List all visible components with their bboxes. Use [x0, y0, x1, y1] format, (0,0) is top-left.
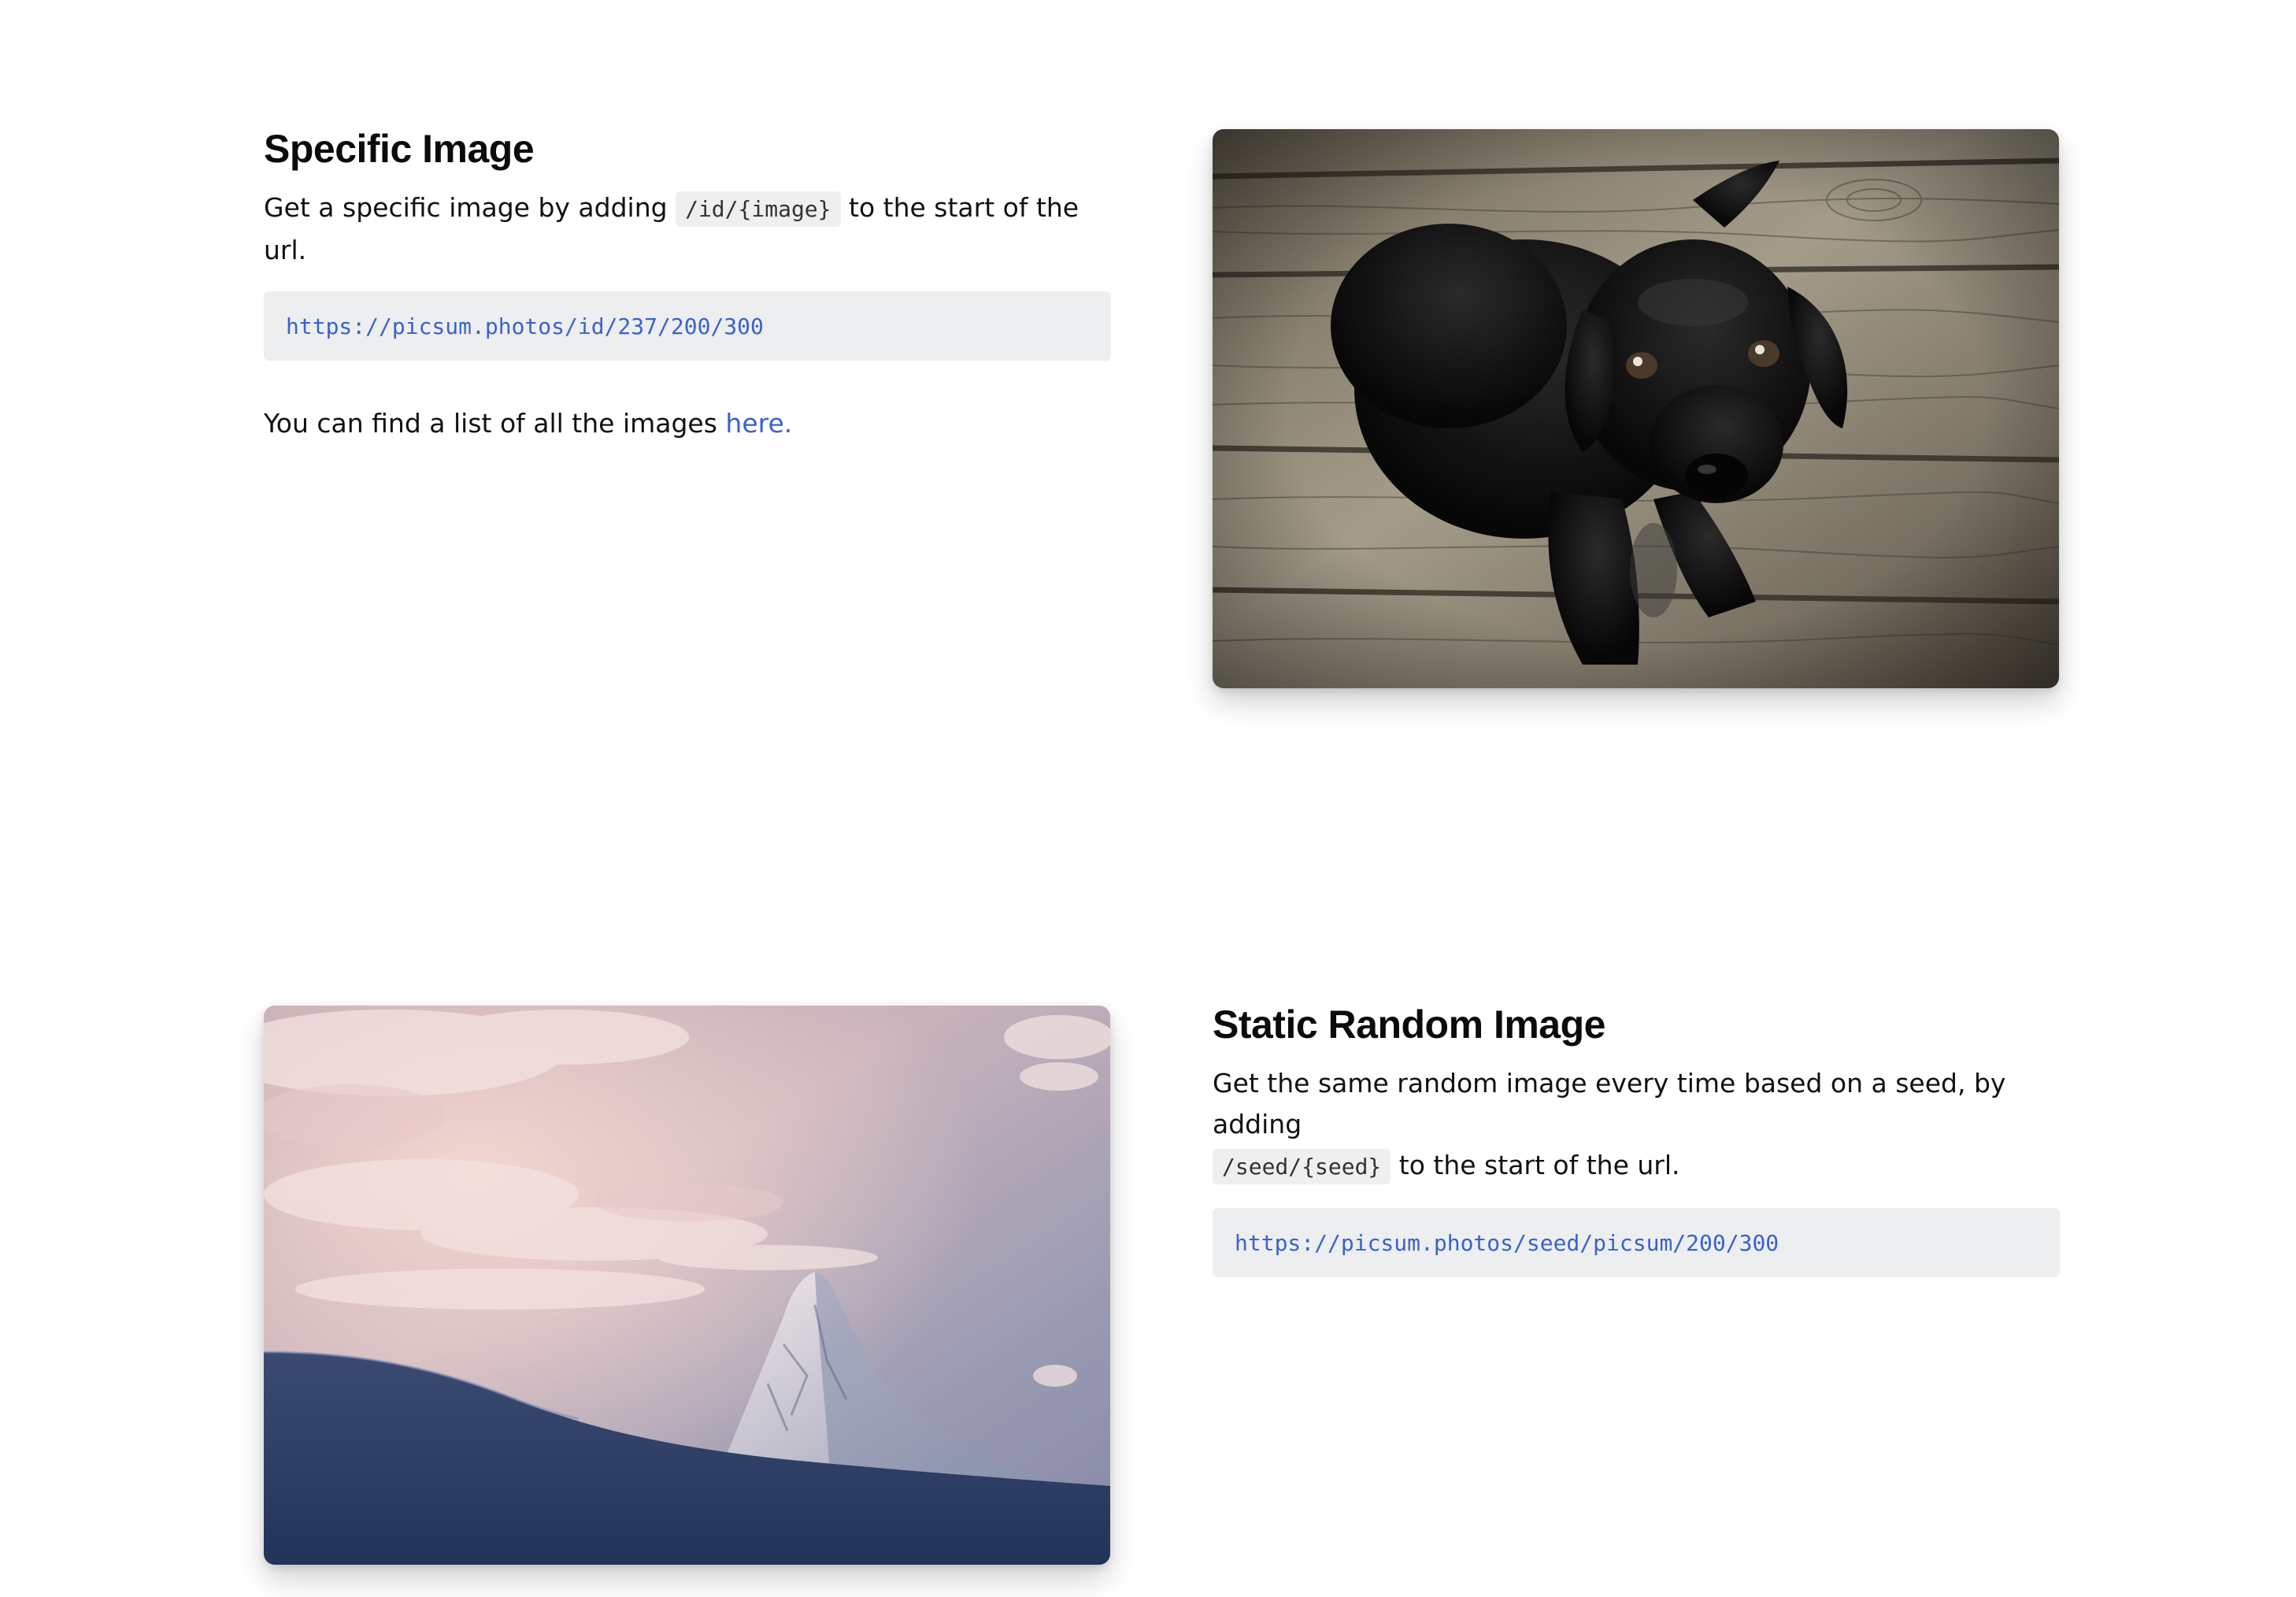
static-desc-before: Get the same random image every time bas…	[1213, 1068, 2006, 1139]
image-list-link[interactable]: here.	[725, 408, 792, 439]
static-url-box: https://picsum.photos/seed/picsum/200/30…	[1213, 1208, 2060, 1277]
static-url-link[interactable]: https://picsum.photos/seed/picsum/200/30…	[1235, 1230, 1779, 1256]
specific-desc-before: Get a specific image by adding	[264, 192, 668, 223]
static-desc-after: to the start of the url.	[1398, 1150, 1680, 1180]
specific-image-section: Specific Image Get a specific image by a…	[264, 126, 1111, 444]
specific-id-code: /id/{image}	[676, 191, 841, 227]
mountain-photo	[264, 1006, 1110, 1565]
image-list-text: You can find a list of all the images he…	[264, 403, 1111, 444]
specific-image-title: Specific Image	[264, 127, 535, 171]
specific-url-link[interactable]: https://picsum.photos/id/237/200/300	[286, 313, 764, 339]
image-list-label: You can find a list of all the images	[264, 408, 717, 439]
specific-url-box: https://picsum.photos/id/237/200/300	[264, 291, 1111, 361]
static-random-description: Get the same random image every time bas…	[1213, 1063, 2047, 1188]
specific-image-description: Get a specific image by adding /id/{imag…	[264, 187, 1111, 271]
static-random-title: Static Random Image	[1213, 1002, 1605, 1047]
dog-photo	[1213, 129, 2059, 688]
static-seed-code: /seed/{seed}	[1213, 1149, 1391, 1184]
static-random-section: Static Random Image Get the same random …	[1213, 1002, 2060, 1277]
